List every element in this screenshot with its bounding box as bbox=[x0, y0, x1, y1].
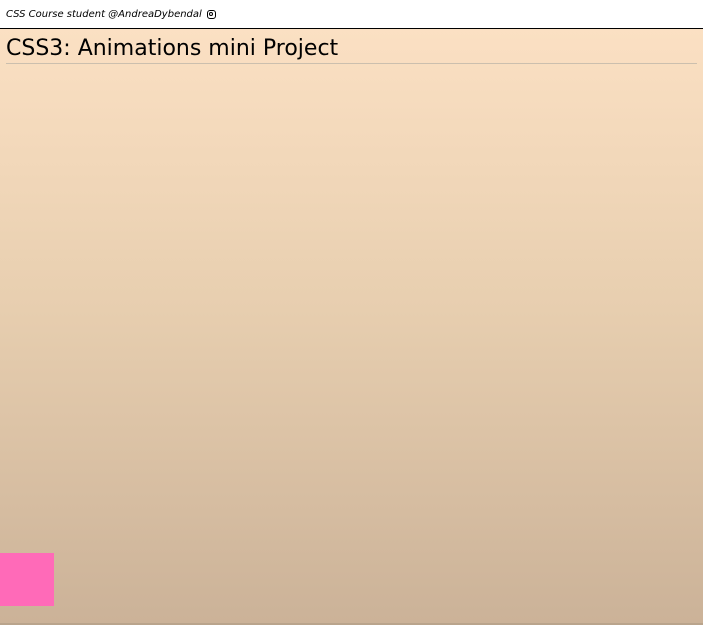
page-title: CSS3: Animations mini Project bbox=[6, 35, 697, 64]
animation-stage: CSS3: Animations mini Project bbox=[0, 29, 703, 625]
top-bar: CSS Course student @AndreaDybendal bbox=[0, 0, 703, 29]
credit-text: CSS Course student @AndreaDybendal bbox=[6, 8, 202, 20]
instagram-icon[interactable] bbox=[206, 9, 216, 19]
animated-box bbox=[0, 553, 54, 606]
